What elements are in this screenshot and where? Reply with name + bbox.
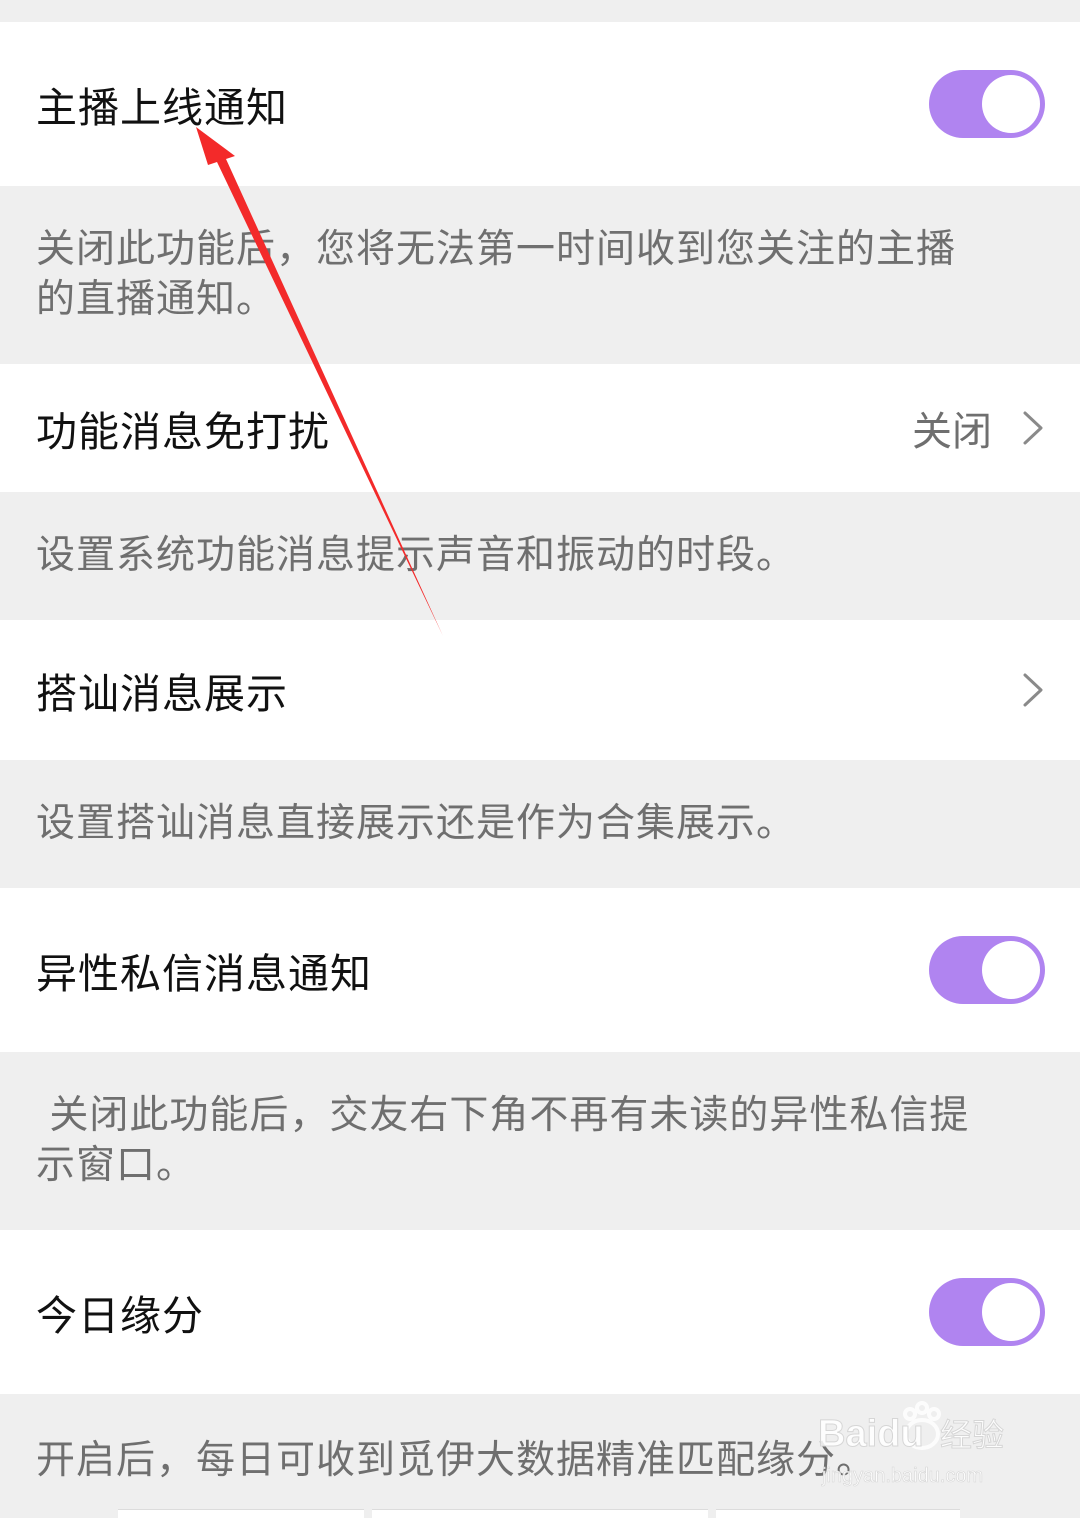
anchor-online-toggle[interactable] — [929, 70, 1045, 138]
description-line: 示窗口。 — [36, 1143, 197, 1188]
setting-row-opposite-sex-dm[interactable]: 异性私信消息通知 — [0, 888, 1080, 1052]
bottom-tab — [716, 1509, 960, 1518]
setting-row-anchor-online[interactable]: 主播上线通知 — [0, 22, 1080, 186]
description-line: 的直播通知。 — [36, 277, 277, 322]
setting-label: 搭讪消息展示 — [36, 670, 288, 718]
description-line: 关闭此功能后，交友右下角不再有未读的异性私信提 — [36, 1093, 970, 1138]
description-line: 开启后，每日可收到觅伊大数据精准匹配缘分。 — [36, 1438, 877, 1483]
setting-label: 今日缘分 — [36, 1292, 204, 1340]
chevron-right-icon — [1023, 411, 1043, 445]
bottom-tab — [118, 1509, 364, 1518]
setting-description: 关闭此功能后，您将无法第一时间收到您关注的主播 的直播通知。 — [0, 186, 1080, 364]
description-line: 设置搭讪消息直接展示还是作为合集展示。 — [36, 801, 797, 846]
description-line: 设置系统功能消息提示声音和振动的时段。 — [36, 533, 797, 578]
notification-settings-page: 主播上线通知 关闭此功能后，您将无法第一时间收到您关注的主播 的直播通知。 功能… — [0, 0, 1080, 1518]
top-spacer — [0, 0, 1080, 22]
toggle-knob — [982, 75, 1040, 133]
setting-description: 设置系统功能消息提示声音和振动的时段。 — [0, 492, 1080, 620]
setting-value: 关闭 — [912, 409, 992, 455]
setting-description: 关闭此功能后，交友右下角不再有未读的异性私信提 示窗口。 — [0, 1052, 1080, 1230]
daily-match-toggle[interactable] — [929, 1278, 1045, 1346]
setting-row-greeting-display[interactable]: 搭讪消息展示 — [0, 620, 1080, 760]
chevron-right-icon — [1023, 673, 1043, 707]
bottom-partial-tabs — [0, 1506, 1080, 1518]
toggle-knob — [982, 1283, 1040, 1341]
setting-value-group: 关闭 — [912, 399, 1044, 457]
toggle-knob — [982, 941, 1040, 999]
bottom-tab — [372, 1509, 708, 1518]
setting-description: 开启后，每日可收到觅伊大数据精准匹配缘分。 — [0, 1394, 1080, 1518]
description-line: 关闭此功能后，您将无法第一时间收到您关注的主播 — [36, 227, 957, 272]
setting-row-daily-match[interactable]: 今日缘分 — [0, 1230, 1080, 1394]
setting-label: 主播上线通知 — [36, 84, 288, 132]
setting-row-dnd[interactable]: 功能消息免打扰 关闭 — [0, 364, 1080, 492]
setting-description: 设置搭讪消息直接展示还是作为合集展示。 — [0, 760, 1080, 888]
opposite-sex-dm-toggle[interactable] — [929, 936, 1045, 1004]
setting-label: 功能消息免打扰 — [36, 408, 330, 456]
setting-label: 异性私信消息通知 — [36, 950, 372, 998]
